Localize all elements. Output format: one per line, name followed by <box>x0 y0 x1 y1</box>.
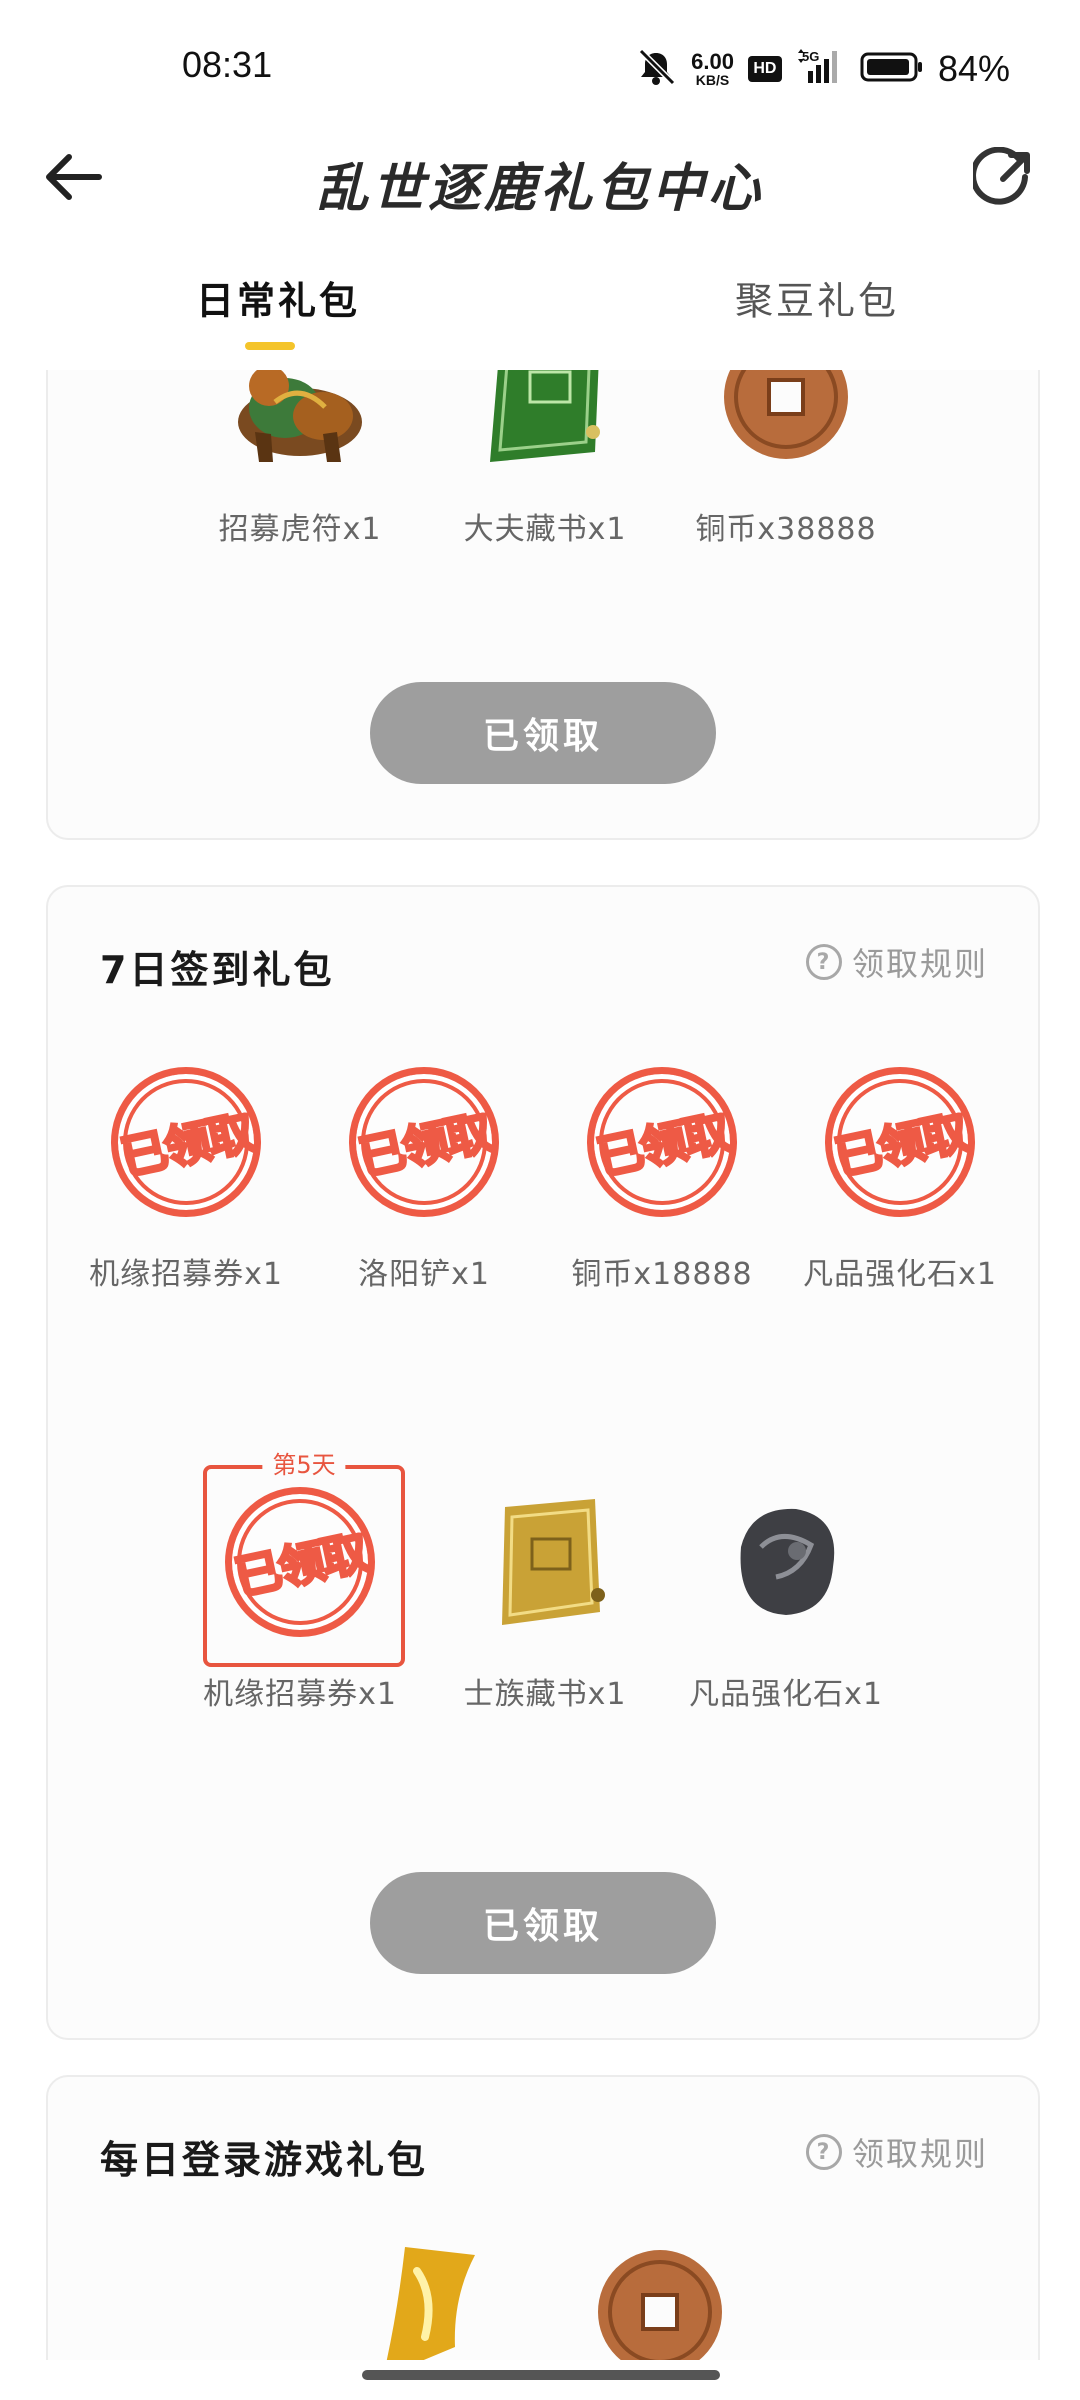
gold-book-icon <box>460 1477 630 1647</box>
battery-percent: 84% <box>937 48 1010 89</box>
seven-day-signin-card: 7日签到礼包 ? 领取规则 已领取 机缘招募券x1 已领取 洛阳铲x1 已领取 … <box>46 885 1040 2040</box>
copper-coin-icon <box>701 370 871 482</box>
claimed-stamp: 已领取 <box>335 1053 513 1231</box>
question-icon: ? <box>805 944 842 980</box>
card-title: 7日签到礼包 <box>100 948 335 992</box>
gift-list[interactable]: 招募虎符x1 大夫藏书x1 铜币x38888 已领取 7日签到礼包 ? 领取规则… <box>0 370 1080 2360</box>
daily-login-card: 每日登录游戏礼包 ? 领取规则 <box>46 2075 1040 2360</box>
copper-coin-icon <box>575 2227 745 2360</box>
tab-bean-gifts[interactable]: 聚豆礼包 <box>735 270 899 325</box>
rules-link[interactable]: ? 领取规则 <box>805 939 988 985</box>
reward-item: 已领取 洛阳铲x1 <box>314 1053 534 1293</box>
reward-item: 铜币x38888 <box>676 370 896 548</box>
mute-icon <box>635 47 677 92</box>
recruit-ticket-icon: 已领取 <box>97 1053 275 1231</box>
shovel-icon: 已领取 <box>335 1053 513 1231</box>
svg-text:5G: 5G <box>802 49 819 64</box>
rules-link[interactable]: ? 领取规则 <box>805 2129 988 2175</box>
status-time: 08:31 <box>182 44 273 85</box>
reward-item: 已领取 机缘招募券x1 <box>76 1053 296 1293</box>
iron-stone-icon <box>701 1477 871 1647</box>
tab-daily-gifts[interactable]: 日常礼包 <box>196 270 360 325</box>
claimed-button[interactable]: 已领取 <box>370 682 716 784</box>
share-button[interactable] <box>966 140 1042 216</box>
recruit-ticket-icon: 第5天 已领取 <box>203 1445 405 1667</box>
status-icons: 6.00 KB/S HD 5G 84% <box>635 44 1010 94</box>
reward-item <box>310 2227 530 2360</box>
claimed-stamp: 已领取 <box>573 1053 751 1231</box>
net-speed: 6.00 KB/S <box>691 49 734 88</box>
reward-item: 招募虎符x1 <box>190 370 410 548</box>
signal-icon: 5G <box>796 47 846 92</box>
copper-coin-icon: 已领取 <box>573 1053 751 1231</box>
gift-card-top: 招募虎符x1 大夫藏书x1 铜币x38888 已领取 <box>46 370 1040 840</box>
claimed-stamp: 已领取 <box>811 1053 989 1231</box>
active-tab-indicator <box>245 342 295 350</box>
reward-item-current-day: 第5天 已领取 机缘招募券x1 <box>190 1445 410 1713</box>
reward-item: 已领取 凡品强化石x1 <box>790 1053 1010 1293</box>
hd-badge: HD <box>747 56 782 82</box>
green-book-icon <box>460 370 630 482</box>
tab-bar: 日常礼包 聚豆礼包 <box>0 250 1080 370</box>
reward-item: 已领取 铜币x18888 <box>552 1053 772 1293</box>
card-title: 每日登录游戏礼包 <box>100 2138 429 2182</box>
reward-item: 大夫藏书x1 <box>435 370 655 548</box>
gold-scroll-icon <box>335 2227 505 2360</box>
share-icon <box>973 147 1030 205</box>
reward-item <box>550 2227 770 2360</box>
reward-item: 凡品强化石x1 <box>676 1477 896 1713</box>
reward-item: 士族藏书x1 <box>435 1477 655 1713</box>
enhance-stone-icon: 已领取 <box>811 1053 989 1231</box>
claimed-button[interactable]: 已领取 <box>370 1872 716 1974</box>
page-title: 乱世逐鹿礼包中心 <box>315 159 764 219</box>
status-bar: 08:31 6.00 KB/S HD 5G 84% <box>0 0 1080 130</box>
battery-icon <box>860 50 924 89</box>
question-icon: ? <box>805 2134 842 2170</box>
claimed-stamp: 已领取 <box>97 1053 275 1231</box>
home-indicator[interactable] <box>362 2370 720 2380</box>
tiger-tally-icon <box>215 370 385 482</box>
day-label: 第5天 <box>262 1445 346 1480</box>
app-header: 乱世逐鹿礼包中心 <box>0 130 1080 250</box>
